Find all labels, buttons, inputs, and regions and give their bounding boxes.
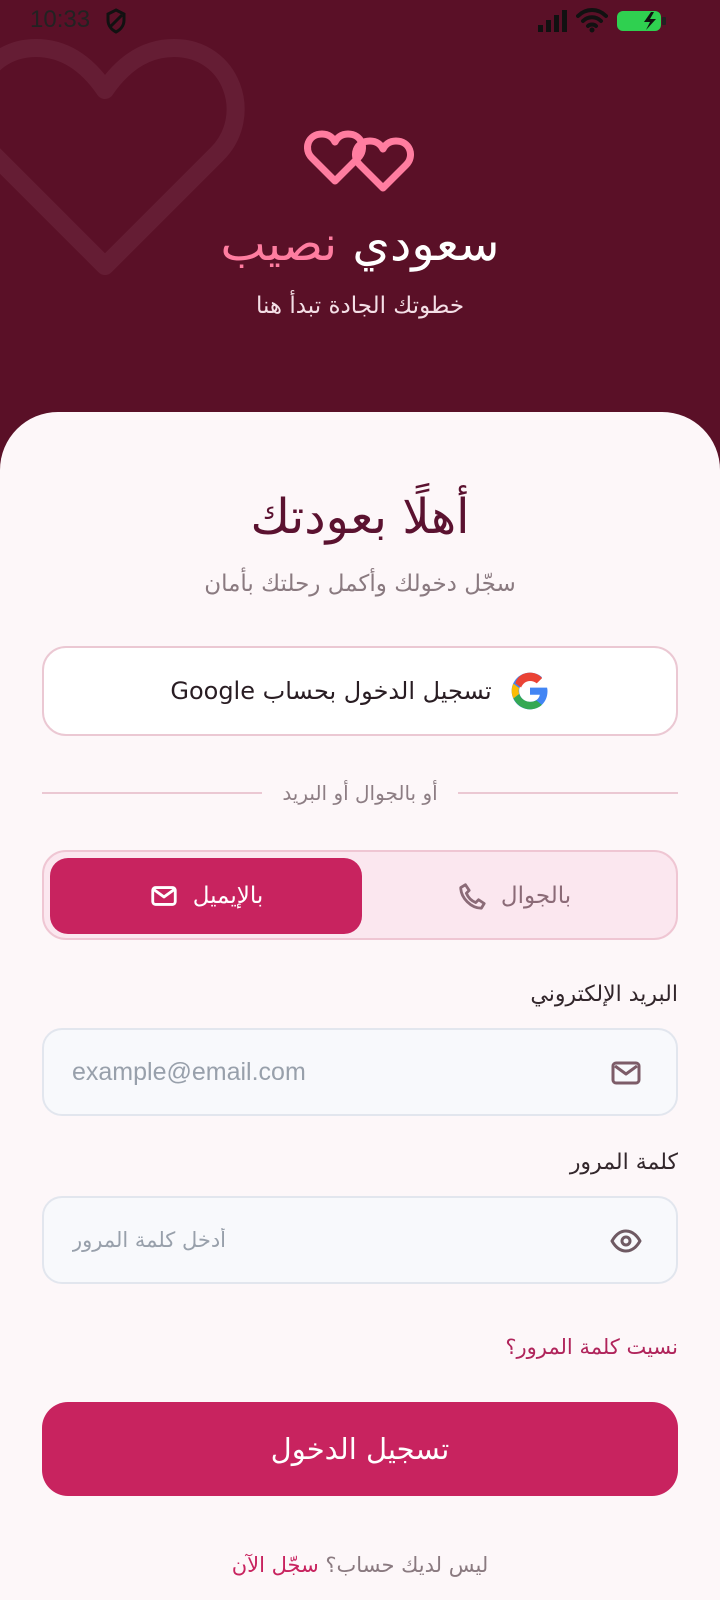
welcome-title: أهلًا بعودتك [250, 489, 470, 545]
brand-title: سعودي نصيب [0, 206, 720, 282]
tagline: خطوتك الجادة تبدأ هنا [255, 293, 465, 319]
signal-icon [538, 10, 567, 32]
status-time: 10:33 [30, 6, 91, 33]
brand-main-text: سعودي [352, 216, 500, 272]
google-signin-label: تسجيل الدخول بحساب Google [170, 677, 492, 705]
wifi-icon [576, 8, 608, 33]
battery-icon [617, 11, 666, 31]
phone-method-tab[interactable]: بالجوال [358, 858, 670, 934]
divider-line-left [42, 792, 263, 794]
password-field-box[interactable] [42, 1196, 678, 1284]
signup-prompt-text: ليس لديك حساب؟ [325, 1553, 489, 1577]
login-screen: 10:33 سعودي نصيب خطوتك الجادة تبدأ هنا أ… [0, 0, 720, 1600]
email-method-label: بالإيميل [192, 883, 264, 909]
email-label: البريد الإلكتروني [530, 982, 678, 1007]
eye-icon[interactable] [610, 1225, 642, 1257]
google-signin-button[interactable]: تسجيل الدخول بحساب Google [42, 646, 678, 736]
shield-icon [106, 8, 126, 34]
divider-line-right [457, 792, 678, 794]
login-button[interactable]: تسجيل الدخول [42, 1402, 678, 1496]
header-area: 10:33 سعودي نصيب خطوتك الجادة تبدأ هنا [0, 0, 720, 470]
welcome-subtitle: سجّل دخولك وأكمل رحلتك بأمان [204, 571, 516, 597]
phone-method-label: بالجوال [500, 883, 572, 909]
hearts-logo-icon [304, 130, 414, 192]
password-field[interactable] [72, 1198, 592, 1282]
email-field-box[interactable] [42, 1028, 678, 1116]
divider-label: أو بالجوال أو البريد [282, 781, 438, 805]
status-bar: 10:33 [0, 0, 720, 42]
login-method-toggle: بالإيميل بالجوال [42, 850, 678, 940]
mail-icon [151, 886, 177, 906]
email-method-tab[interactable]: بالإيميل [50, 858, 362, 934]
auth-divider: أو بالجوال أو البريد [42, 772, 678, 814]
signup-prompt-row: ليس لديك حساب؟ سجّل الآن [0, 1548, 720, 1582]
signup-link[interactable]: سجّل الآن [232, 1553, 319, 1577]
brand-accent-text: نصيب [220, 216, 338, 272]
google-icon [511, 672, 548, 710]
forgot-password-link[interactable]: نسيت كلمة المرور؟ [505, 1330, 678, 1364]
password-label: كلمة المرور [569, 1150, 678, 1175]
email-field[interactable] [72, 1030, 592, 1114]
mail-icon [611, 1061, 641, 1085]
phone-icon [459, 883, 486, 910]
